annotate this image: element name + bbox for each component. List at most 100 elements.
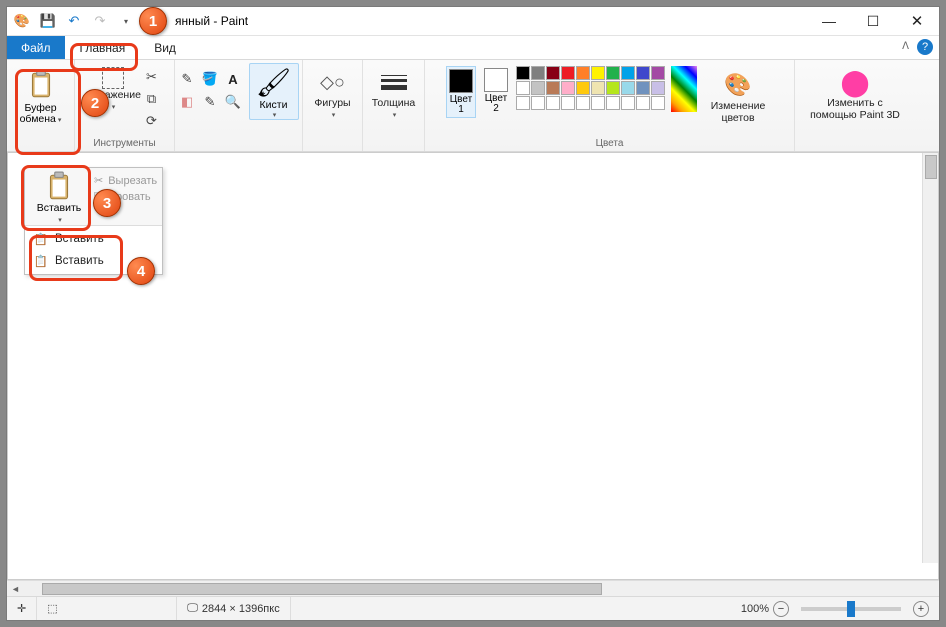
palette-swatch[interactable]	[651, 96, 665, 110]
clipboard-button[interactable]: Буфер обмена▾	[12, 63, 70, 135]
edit-colors-button[interactable]: 🎨 Изменение цветов	[703, 66, 773, 124]
status-bar: ✛ ⬚ 🖵 2844 × 1396пкс 100% − +	[7, 596, 939, 620]
cut-item: ✂Вырезать	[94, 174, 157, 187]
size-icon	[379, 67, 409, 97]
menu-tabs: Файл Главная Вид ᐱ ?	[7, 36, 939, 60]
paste-from-icon: 📋	[33, 253, 49, 269]
zoom-in-button[interactable]: +	[913, 601, 929, 617]
palette-swatch[interactable]	[531, 96, 545, 110]
paint3d-button[interactable]: ⬤ Изменить с помощью Paint 3D	[800, 63, 910, 121]
save-icon[interactable]: 💾	[39, 12, 57, 30]
palette-swatch[interactable]	[621, 81, 635, 95]
selection-size: ⬚	[37, 597, 177, 620]
fill-icon[interactable]: 🪣	[200, 69, 220, 89]
badge-3: 3	[93, 189, 121, 217]
collapse-ribbon-icon[interactable]: ᐱ	[902, 41, 909, 52]
scissors-icon: ✂	[94, 174, 103, 187]
rotate-icon[interactable]: ⟳	[142, 111, 162, 131]
palette-swatch[interactable]	[516, 96, 530, 110]
color1-button[interactable]: Цвет 1	[446, 66, 476, 118]
palette-swatch[interactable]	[591, 96, 605, 110]
crop-icon[interactable]: ✂	[142, 67, 162, 87]
close-button[interactable]: ✕	[895, 7, 939, 35]
text-icon[interactable]: A	[223, 69, 243, 89]
group-tools: ✎ 🪣 A ◧ ✎ 🔍	[175, 60, 245, 151]
redo-icon[interactable]: ↷	[91, 12, 109, 30]
paste-button[interactable]: Вставить▾	[30, 171, 88, 225]
palette-swatch[interactable]	[606, 81, 620, 95]
zoom-value: 100%	[741, 603, 769, 615]
paste-icon	[44, 171, 74, 203]
tab-home[interactable]: Главная	[65, 36, 141, 59]
brushes-button[interactable]: 🖌 Кисти ▾	[249, 63, 299, 120]
palette-swatch[interactable]	[636, 96, 650, 110]
help-icon[interactable]: ?	[917, 39, 933, 55]
group-colors: Цвет 1 Цвет 2 🎨 Изменение цветов Цвета	[425, 60, 795, 151]
clipboard-label: Буфер обмена▾	[20, 103, 62, 125]
brush-icon: 🖌	[256, 66, 292, 99]
resize-icon[interactable]: ⧉	[142, 89, 162, 109]
window-title: янный - Paint	[135, 14, 807, 28]
zoom-out-button[interactable]: −	[773, 601, 789, 617]
group-shapes: ◇○ Фигуры ▾	[303, 60, 363, 151]
zoom-controls: 100% − +	[731, 597, 939, 620]
palette-swatch[interactable]	[561, 81, 575, 95]
zoom-icon[interactable]: 🔍	[223, 92, 243, 112]
palette-swatch[interactable]	[621, 66, 635, 80]
vertical-scrollbar[interactable]	[922, 153, 938, 563]
palette-swatch[interactable]	[621, 96, 635, 110]
paint3d-icon: ⬤	[840, 67, 870, 97]
canvas-size: 🖵 2844 × 1396пкс	[177, 597, 290, 620]
size-button[interactable]: Толщина ▾	[369, 63, 419, 119]
picker-icon[interactable]: ✎	[200, 92, 220, 112]
ribbon: Буфер обмена▾ ...бражение ▾ ✂ ⧉ ⟳ Инстру…	[7, 60, 939, 152]
color2-swatch	[484, 68, 508, 92]
palette-swatch[interactable]	[651, 81, 665, 95]
palette-swatch[interactable]	[591, 81, 605, 95]
color2-button[interactable]: Цвет 2	[482, 66, 510, 116]
tab-view[interactable]: Вид	[140, 36, 190, 59]
cursor-position: ✛	[7, 597, 37, 620]
quick-access-toolbar: 🎨 💾 ↶ ↷ ▾	[7, 12, 135, 30]
palette-swatch[interactable]	[516, 66, 530, 80]
palette-swatch[interactable]	[561, 96, 575, 110]
clipboard-icon	[26, 67, 56, 103]
maximize-button[interactable]: ☐	[851, 7, 895, 35]
palette-swatch[interactable]	[576, 66, 590, 80]
undo-icon[interactable]: ↶	[65, 12, 83, 30]
group-tools-label: Инструменты	[93, 136, 155, 150]
horizontal-scrollbar[interactable]: ◄	[7, 580, 939, 596]
palette-swatch[interactable]	[636, 66, 650, 80]
qat-dropdown-icon[interactable]: ▾	[117, 12, 135, 30]
group-paint3d: ⬤ Изменить с помощью Paint 3D	[795, 60, 915, 151]
palette-swatch[interactable]	[636, 81, 650, 95]
zoom-slider[interactable]	[801, 607, 901, 611]
canvas-size-icon: 🖵	[187, 602, 198, 615]
group-size: Толщина ▾	[363, 60, 425, 151]
palette-swatch[interactable]	[576, 81, 590, 95]
selection-icon: ⬚	[47, 602, 57, 615]
palette-swatch[interactable]	[546, 81, 560, 95]
palette-swatch[interactable]	[531, 66, 545, 80]
palette-swatch[interactable]	[546, 66, 560, 80]
palette-swatch[interactable]	[561, 66, 575, 80]
menu-paste[interactable]: 📋 Вставить	[27, 228, 160, 250]
palette-swatch[interactable]	[591, 66, 605, 80]
edit-colors-icon: 🎨	[723, 70, 753, 100]
palette-swatch[interactable]	[651, 66, 665, 80]
palette-swatch[interactable]	[606, 96, 620, 110]
paint-app-icon: 🎨	[13, 12, 31, 30]
shapes-button[interactable]: ◇○ Фигуры ▾	[308, 63, 358, 119]
palette-swatch[interactable]	[516, 81, 530, 95]
palette-swatch[interactable]	[531, 81, 545, 95]
palette-swatch[interactable]	[546, 96, 560, 110]
palette-swatch[interactable]	[576, 96, 590, 110]
eraser-icon[interactable]: ◧	[177, 92, 197, 112]
minimize-button[interactable]: —	[807, 7, 851, 35]
group-clipboard: Буфер обмена▾	[7, 60, 75, 151]
tab-file[interactable]: Файл	[7, 36, 65, 59]
palette-swatch[interactable]	[606, 66, 620, 80]
pencil-icon[interactable]: ✎	[177, 69, 197, 89]
paint-window: 🎨 💾 ↶ ↷ ▾ янный - Paint — ☐ ✕ Файл Главн…	[6, 6, 940, 621]
select-icon	[102, 67, 124, 89]
